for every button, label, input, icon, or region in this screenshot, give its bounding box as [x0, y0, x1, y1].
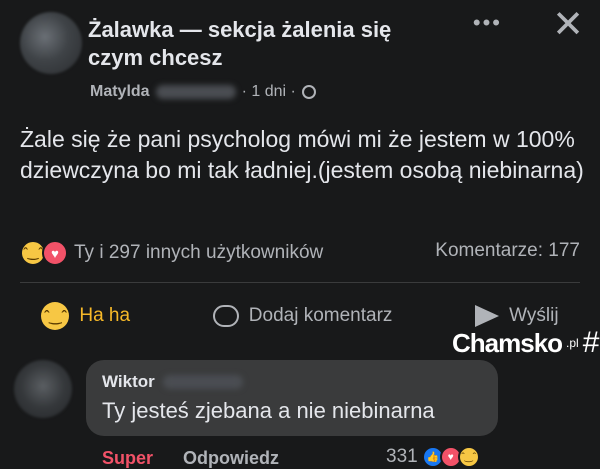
divider — [20, 282, 580, 283]
send-icon — [475, 305, 500, 327]
comment-actions: Super Odpowiedz — [102, 448, 279, 469]
comment-author-name[interactable]: Wiktor — [102, 372, 155, 392]
globe-icon — [301, 85, 316, 99]
post-meta: Matylda · 1 dni · — [90, 83, 316, 101]
blurred-surname — [155, 85, 236, 99]
haha-icon: ˆ‿ˆ — [41, 302, 70, 330]
send-label: Wyślij — [509, 305, 559, 326]
haha-label: Ha ha — [79, 305, 131, 326]
post-time[interactable]: · 1 dni · — [242, 83, 296, 101]
comment-reaction-count: 331 — [386, 446, 418, 467]
comments-count[interactable]: Komentarze: 177 — [435, 240, 580, 262]
group-title[interactable]: Żalawka — sekcja żalenia się czym chcesz — [88, 16, 438, 72]
more-dots-icon[interactable]: ••• — [473, 10, 502, 36]
watermark-text: Chamsko — [452, 327, 563, 358]
comment-reactions[interactable]: 331 👍 ♥ ˆ‿ˆ — [386, 446, 480, 468]
haha-button[interactable]: ˆ‿ˆ Ha ha — [41, 302, 130, 330]
comment-author: Wiktor — [102, 372, 243, 392]
author-name[interactable]: Matylda — [90, 83, 150, 101]
haha-icon: ˆ‿ˆ — [457, 446, 480, 468]
comment-reaction-button[interactable]: Super — [102, 448, 153, 469]
love-reaction-icon: ♥ — [42, 240, 68, 266]
reply-button[interactable]: Odpowiedz — [183, 448, 279, 469]
reactions-label: Ty i 297 innych użytkowników — [74, 242, 324, 263]
watermark: Chamsko .pl # — [452, 326, 599, 360]
watermark-hash: # — [582, 326, 600, 359]
group-avatar[interactable] — [20, 12, 82, 74]
commenter-avatar[interactable] — [14, 360, 72, 418]
close-icon[interactable]: ✕ — [552, 2, 584, 47]
blurred-surname — [162, 375, 243, 389]
comment-icon — [212, 305, 239, 327]
watermark-suffix: .pl — [566, 336, 579, 350]
post-text: Żale się że pani psycholog mówi mi że je… — [20, 126, 584, 183]
send-button[interactable]: Wyślij — [475, 305, 559, 327]
comment-text: Ty jesteś zjebana a nie niebinarna — [102, 398, 435, 423]
reactions-summary[interactable]: ˆ‿ˆ ♥ Ty i 297 innych użytkowników — [20, 240, 323, 266]
comment-button[interactable]: Dodaj komentarz — [212, 305, 393, 327]
comment-label: Dodaj komentarz — [248, 305, 393, 326]
